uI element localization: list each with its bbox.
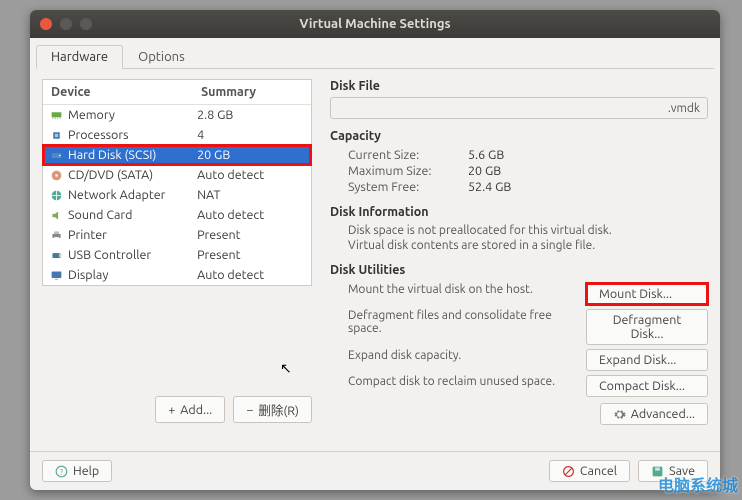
mount-disk-button[interactable]: Mount Disk...: [586, 283, 708, 305]
disk-file-input[interactable]: [332, 100, 706, 117]
add-button[interactable]: +Add...: [155, 396, 225, 423]
device-row-display[interactable]: Display Auto detect: [43, 265, 311, 285]
tab-options[interactable]: Options: [123, 45, 200, 69]
settings-window: Virtual Machine Settings Hardware Option…: [30, 10, 720, 490]
device-table: Device Summary Memory2.8 GBProcessors4Ha…: [42, 79, 312, 286]
disk-info-label: Disk Information: [330, 205, 708, 219]
max-size-row: Maximum Size:20 GB: [330, 163, 708, 179]
svg-text:?: ?: [60, 466, 63, 476]
help-icon: ?: [55, 465, 68, 478]
sys-free-row: System Free:52.4 GB: [330, 179, 708, 195]
left-panel: Device Summary Memory2.8 GBProcessors4Ha…: [42, 79, 312, 445]
disk-info-1: Disk space is not preallocated for this …: [330, 223, 708, 238]
device-name: Network Adapter: [68, 188, 165, 202]
minus-icon: −: [246, 403, 253, 417]
device-name: Sound Card: [68, 208, 132, 222]
util-defrag-row: Defragment files and consolidate free sp…: [330, 307, 708, 347]
cancel-icon: [562, 465, 575, 478]
device-summary: Auto detect: [193, 205, 311, 225]
disk-file-label: Disk File: [330, 79, 708, 93]
device-summary: NAT: [193, 185, 311, 205]
device-table-header: Device Summary: [43, 80, 311, 105]
device-summary: 4: [193, 125, 311, 145]
cpu-icon: [50, 129, 63, 142]
window-title: Virtual Machine Settings: [30, 17, 720, 31]
device-row-net[interactable]: Network Adapter NAT: [43, 185, 311, 205]
device-row-sound[interactable]: Sound Card Auto detect: [43, 205, 311, 225]
device-name: Hard Disk (SCSI): [68, 148, 156, 162]
gear-icon: [613, 408, 626, 421]
device-row-printer[interactable]: Printer Present: [43, 225, 311, 245]
defragment-disk-button[interactable]: Defragment Disk...: [586, 309, 708, 345]
device-name: USB Controller: [68, 248, 151, 262]
device-summary: Auto detect: [193, 165, 311, 185]
sound-icon: [50, 209, 63, 222]
device-row-memory[interactable]: Memory 2.8 GB: [43, 105, 311, 125]
device-summary: 2.8 GB: [193, 105, 311, 125]
save-button[interactable]: Save: [638, 460, 708, 482]
remove-button[interactable]: −删除(R): [233, 396, 312, 423]
hdd-icon: [50, 149, 63, 162]
device-summary: Present: [193, 245, 311, 265]
device-row-hdd[interactable]: Hard Disk (SCSI) 20 GB: [43, 145, 311, 165]
device-name: Processors: [68, 128, 129, 142]
disk-utilities-label: Disk Utilities: [330, 263, 708, 277]
expand-disk-button[interactable]: Expand Disk...: [586, 349, 708, 371]
util-expand-row: Expand disk capacity. Expand Disk...: [330, 347, 708, 373]
cancel-button[interactable]: Cancel: [549, 460, 630, 482]
device-summary: 20 GB: [193, 145, 311, 165]
device-row-cpu[interactable]: Processors 4: [43, 125, 311, 145]
util-compact-row: Compact disk to reclaim unused space. Co…: [330, 373, 708, 399]
usb-icon: [50, 249, 63, 262]
capacity-label: Capacity: [330, 129, 708, 143]
footer: ? Help Cancel Save: [30, 451, 720, 490]
titlebar: Virtual Machine Settings: [30, 10, 720, 38]
device-summary: Auto detect: [193, 265, 311, 285]
device-row-usb[interactable]: USB Controller Present: [43, 245, 311, 265]
right-panel: Disk File Capacity Current Size:5.6 GB M…: [330, 79, 708, 445]
plus-icon: +: [168, 403, 175, 417]
disk-file-field[interactable]: [330, 97, 708, 119]
advanced-button[interactable]: Advanced...: [600, 403, 708, 425]
save-icon: [651, 465, 664, 478]
cd-icon: [50, 169, 63, 182]
help-button[interactable]: ? Help: [42, 460, 112, 482]
device-summary: Present: [193, 225, 311, 245]
device-name: CD/DVD (SATA): [68, 168, 153, 182]
device-row-cd[interactable]: CD/DVD (SATA) Auto detect: [43, 165, 311, 185]
util-mount-row: Mount the virtual disk on the host. Moun…: [330, 281, 708, 307]
compact-disk-button[interactable]: Compact Disk...: [586, 375, 708, 397]
printer-icon: [50, 229, 63, 242]
device-name: Display: [68, 268, 108, 282]
memory-icon: [50, 109, 63, 122]
display-icon: [50, 269, 63, 282]
tab-hardware[interactable]: Hardware: [36, 45, 123, 69]
net-icon: [50, 189, 63, 202]
device-name: Printer: [68, 228, 107, 242]
current-size-row: Current Size:5.6 GB: [330, 147, 708, 163]
header-device: Device: [43, 80, 193, 104]
header-summary: Summary: [193, 80, 311, 104]
tabs: Hardware Options: [36, 44, 714, 69]
disk-info-2: Virtual disk contents are stored in a si…: [330, 238, 708, 253]
device-name: Memory: [68, 108, 115, 122]
